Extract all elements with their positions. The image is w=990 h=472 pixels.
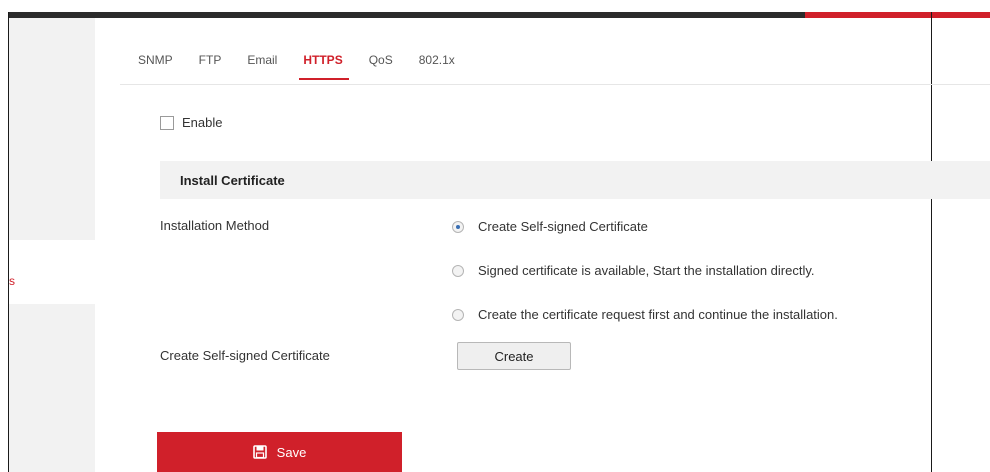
radio-request-first[interactable]	[452, 308, 464, 321]
tab-qos[interactable]: QoS	[369, 52, 393, 80]
option-signed-available[interactable]: Signed certificate is available, Start t…	[452, 263, 814, 278]
window-frame-divider	[931, 12, 932, 472]
top-bar-dark-strip	[0, 12, 805, 18]
radio-signed-available[interactable]	[452, 264, 464, 277]
top-bar	[0, 0, 990, 18]
tab-email[interactable]: Email	[247, 52, 277, 80]
option-self-signed[interactable]: Create Self-signed Certificate	[452, 219, 648, 234]
tab-divider	[120, 84, 990, 85]
create-self-signed-label: Create Self-signed Certificate	[160, 348, 330, 363]
save-label: Save	[276, 444, 307, 460]
option-label[interactable]: Create the certificate request first and…	[478, 307, 838, 322]
enable-label: Enable	[182, 115, 223, 130]
tab-ftp[interactable]: FTP	[199, 52, 222, 80]
install-certificate-section: Install Certificate	[160, 161, 990, 199]
tab-8021x[interactable]: 802.1x	[419, 52, 455, 80]
option-request-first[interactable]: Create the certificate request first and…	[452, 307, 838, 322]
option-label[interactable]: Create Self-signed Certificate	[478, 219, 648, 234]
sidebar: s	[9, 18, 95, 472]
radio-self-signed[interactable]	[452, 220, 464, 233]
save-icon	[252, 445, 267, 459]
save-button[interactable]: Save	[157, 432, 402, 472]
create-button[interactable]: Create	[457, 342, 571, 370]
tab-https[interactable]: HTTPS	[299, 52, 350, 80]
enable-checkbox[interactable]	[160, 115, 174, 130]
section-title: Install Certificate	[180, 173, 285, 188]
window-frame-left	[0, 12, 9, 472]
sidebar-active-item[interactable]: s	[9, 274, 15, 288]
enable-row: Enable	[160, 115, 222, 130]
top-bar-accent-strip	[805, 12, 990, 18]
option-label[interactable]: Signed certificate is available, Start t…	[478, 263, 814, 278]
tab-snmp[interactable]: SNMP	[138, 52, 173, 80]
tab-bar: SNMP FTP Email HTTPS QoS 802.1x	[138, 52, 481, 80]
installation-method-label: Installation Method	[160, 218, 270, 233]
sidebar-active-row[interactable]	[9, 240, 95, 304]
